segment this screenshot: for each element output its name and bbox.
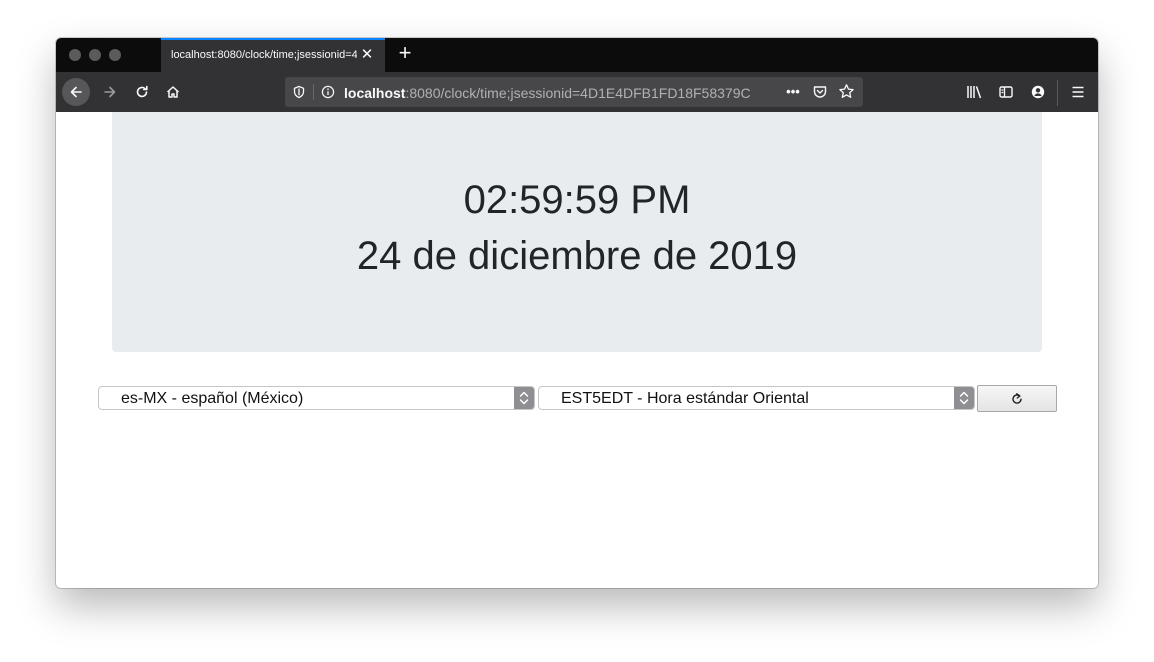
browser-window: localhost:8080/clock/time;jsessionid=4D1…: [56, 38, 1098, 588]
home-button[interactable]: [159, 78, 187, 106]
library-icon: [967, 86, 982, 99]
tab-title: localhost:8080/clock/time;jsessionid=4D1…: [171, 49, 357, 61]
forward-arrow-icon: [104, 86, 116, 98]
forward-button[interactable]: [96, 78, 124, 106]
clock-time: 02:59:59 PM: [463, 178, 691, 222]
new-tab-icon[interactable]: +: [393, 42, 417, 66]
maximize-window-button[interactable]: [109, 49, 121, 61]
timezone-select[interactable]: EST5EDT - Hora estándar Oriental: [538, 386, 975, 410]
refresh-icon: [1012, 393, 1022, 404]
locale-select[interactable]: es-MX - español (México): [98, 386, 535, 410]
locale-select-value: es-MX - español (México): [121, 390, 304, 407]
menu-button[interactable]: [1064, 78, 1092, 106]
pocket-icon[interactable]: [811, 83, 829, 101]
back-button[interactable]: [62, 78, 90, 106]
tab-active[interactable]: localhost:8080/clock/time;jsessionid=4D1…: [161, 38, 385, 72]
clock-date: 24 de diciembre de 2019: [356, 234, 798, 278]
minimize-window-button[interactable]: [89, 49, 101, 61]
sidebar-button[interactable]: [992, 78, 1020, 106]
url-bar[interactable]: localhost:8080/clock/time;jsessionid=4D1…: [285, 77, 863, 107]
reload-icon: [136, 85, 148, 98]
tracking-shield-icon[interactable]: [290, 83, 308, 101]
url-path: :8080/clock/time;jsessionid=4D1E4DFB1FD1…: [405, 85, 751, 101]
sidebar-icon: [999, 86, 1013, 98]
account-icon: [1031, 85, 1045, 99]
home-icon: [166, 86, 180, 98]
bookmark-star-icon[interactable]: [837, 83, 855, 101]
site-info-icon[interactable]: [319, 83, 337, 101]
library-button[interactable]: [960, 78, 988, 106]
refresh-button[interactable]: [977, 385, 1057, 412]
select-arrows-icon: [514, 387, 534, 409]
tab-close-icon[interactable]: ✕: [357, 44, 377, 66]
page-actions-icon[interactable]: •••: [782, 83, 804, 101]
back-arrow-icon: [70, 86, 82, 98]
url-host: localhost: [344, 85, 406, 101]
url-divider: [313, 84, 314, 100]
toolbar-separator: [1057, 80, 1058, 106]
hamburger-menu-icon: [1072, 86, 1084, 98]
clock-panel: 02:59:59 PM 24 de diciembre de 2019: [112, 112, 1042, 352]
timezone-select-value: EST5EDT - Hora estándar Oriental: [561, 390, 809, 407]
navigation-toolbar: localhost:8080/clock/time;jsessionid=4D1…: [56, 72, 1098, 112]
page-content: 02:59:59 PM 24 de diciembre de 2019 es-M…: [56, 112, 1098, 588]
url-text[interactable]: localhost:8080/clock/time;jsessionid=4D1…: [344, 85, 754, 101]
select-arrows-icon: [954, 387, 974, 409]
account-button[interactable]: [1024, 78, 1052, 106]
tab-bar: localhost:8080/clock/time;jsessionid=4D1…: [56, 38, 1098, 72]
close-window-button[interactable]: [69, 49, 81, 61]
reload-button[interactable]: [128, 78, 156, 106]
